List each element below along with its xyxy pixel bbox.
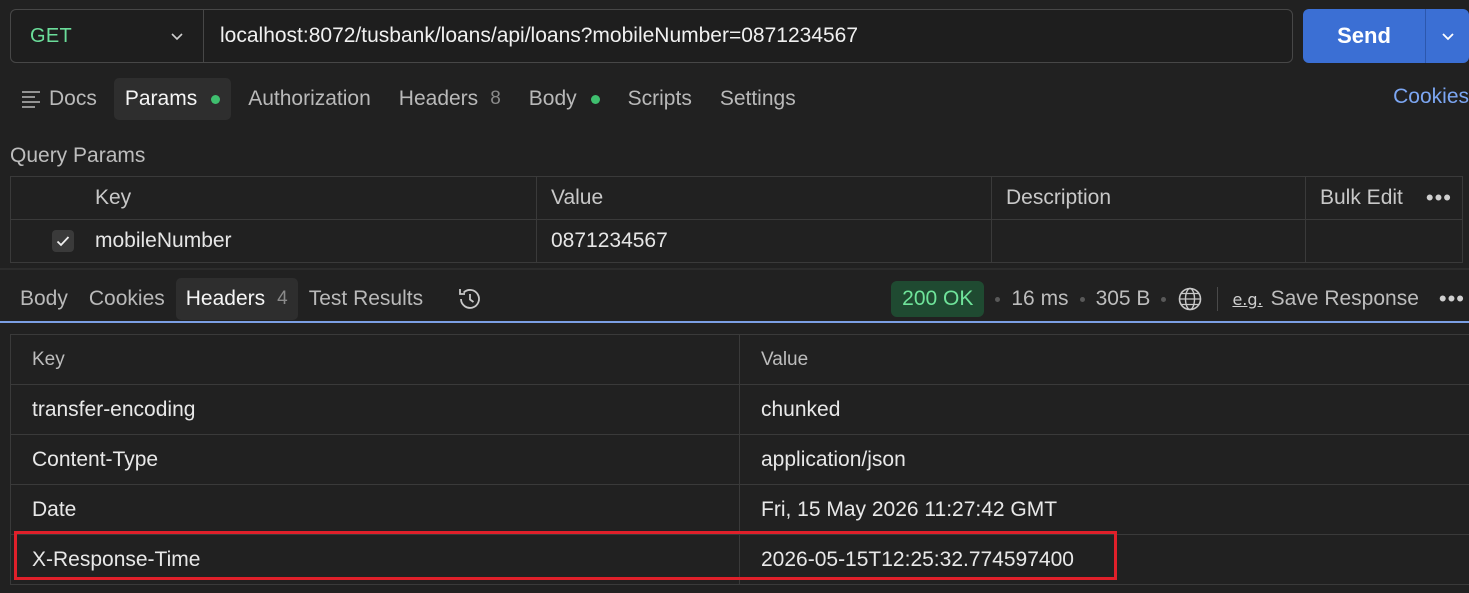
table-row: X-Response-Time 2026-05-15T12:25:32.7745… xyxy=(11,535,1469,585)
response-tab-body[interactable]: Body xyxy=(10,278,78,320)
column-header-value: Value xyxy=(761,348,809,370)
column-header-description: Description xyxy=(992,177,1306,219)
table-row: transfer-encoding chunked xyxy=(11,385,1469,435)
send-button-group: Send xyxy=(1303,9,1469,63)
header-key: X-Response-Time xyxy=(11,535,740,584)
bulk-edit-area: Bulk Edit ••• xyxy=(1306,177,1462,219)
method-select[interactable]: GET xyxy=(11,10,204,62)
header-value: 2026-05-15T12:25:32.774597400 xyxy=(761,547,1074,571)
tab-scripts[interactable]: Scripts xyxy=(617,78,703,120)
checkbox-column-header xyxy=(11,177,95,219)
tab-headers[interactable]: Headers 8 xyxy=(388,78,512,120)
request-url-bar: GET localhost:8072/tusbank/loans/api/loa… xyxy=(10,9,1293,63)
tab-label: Test Results xyxy=(308,287,424,310)
separator-dot xyxy=(1079,296,1085,302)
docs-icon xyxy=(22,91,40,108)
globe-icon[interactable] xyxy=(1177,286,1203,312)
history-icon[interactable] xyxy=(456,285,484,313)
response-headers-table: Key Value transfer-encoding chunked Cont… xyxy=(10,334,1469,585)
send-button[interactable]: Send xyxy=(1303,9,1425,63)
response-tab-test-results[interactable]: Test Results xyxy=(299,278,433,320)
method-label: GET xyxy=(30,24,73,47)
table-header-row: Key Value Description Bulk Edit ••• xyxy=(11,177,1462,220)
chevron-down-icon xyxy=(171,33,183,41)
table-row: Content-Type application/json xyxy=(11,435,1469,485)
more-options-icon[interactable]: ••• xyxy=(1426,185,1452,211)
check-icon xyxy=(56,236,70,247)
response-tab-cookies[interactable]: Cookies xyxy=(79,278,175,320)
query-params-table: Key Value Description Bulk Edit ••• mobi… xyxy=(10,176,1463,263)
header-value: Fri, 15 May 2026 11:27:42 GMT xyxy=(761,497,1058,521)
header-key: Content-Type xyxy=(11,435,740,484)
request-tabs: Docs Params Authorization Headers 8 Body… xyxy=(10,78,813,120)
tab-label: Scripts xyxy=(627,87,692,110)
url-input[interactable]: localhost:8072/tusbank/loans/api/loans?m… xyxy=(204,24,858,48)
header-value: application/json xyxy=(761,447,906,471)
active-panel-indicator xyxy=(0,321,1469,323)
tab-label: Params xyxy=(124,87,198,110)
status-badge[interactable]: 200 OK xyxy=(891,281,985,317)
header-key: Date xyxy=(11,485,740,534)
toolbar-divider xyxy=(1217,287,1219,311)
modified-dot xyxy=(211,94,221,104)
column-header-value: Value xyxy=(537,177,992,219)
tab-label: Headers xyxy=(185,287,266,310)
save-response-button[interactable]: Save Response xyxy=(1271,287,1419,311)
chevron-down-icon xyxy=(1441,33,1454,41)
response-tabs: Body Cookies Headers 4 Test Results xyxy=(10,278,484,320)
param-enabled-checkbox[interactable] xyxy=(52,230,74,252)
tab-label: Settings xyxy=(719,87,796,110)
table-row: mobileNumber 0871234567 xyxy=(11,220,1462,263)
response-meta: 200 OK 16 ms 305 B e.g. Save Response ••… xyxy=(891,281,1469,317)
tab-params[interactable]: Params xyxy=(113,78,232,120)
modified-dot xyxy=(590,94,600,104)
response-time[interactable]: 16 ms xyxy=(1011,287,1068,311)
table-row: Date Fri, 15 May 2026 11:27:42 GMT xyxy=(11,485,1469,535)
bulk-edit-button[interactable]: Bulk Edit xyxy=(1320,186,1403,210)
tab-label: Cookies xyxy=(88,287,165,310)
tab-label: Docs xyxy=(49,87,97,110)
param-value-input[interactable]: 0871234567 xyxy=(537,220,992,262)
tab-label: Headers xyxy=(398,87,479,110)
tab-settings[interactable]: Settings xyxy=(709,78,807,120)
response-tab-headers[interactable]: Headers 4 xyxy=(175,278,298,320)
param-description-input[interactable] xyxy=(992,220,1306,262)
response-size[interactable]: 305 B xyxy=(1096,287,1151,311)
separator-dot xyxy=(1161,296,1167,302)
query-params-title: Query Params xyxy=(10,144,146,167)
column-header-key: Key xyxy=(11,335,740,384)
param-enabled-cell xyxy=(11,220,95,262)
tab-authorization[interactable]: Authorization xyxy=(237,78,382,120)
header-value: chunked xyxy=(761,397,841,421)
tab-body[interactable]: Body xyxy=(518,78,611,120)
table-header-row: Key Value xyxy=(11,335,1469,385)
tab-label: Authorization xyxy=(248,87,371,110)
tab-count: 8 xyxy=(490,88,501,109)
tab-docs[interactable]: Docs xyxy=(10,78,108,120)
example-icon: e.g. xyxy=(1232,289,1263,309)
tab-label: Body xyxy=(528,87,577,110)
send-options-button[interactable] xyxy=(1425,9,1469,63)
param-row-actions xyxy=(1306,220,1462,262)
cookies-link[interactable]: Cookies xyxy=(1393,85,1469,109)
param-key-input[interactable]: mobileNumber xyxy=(95,220,537,262)
column-header-key: Key xyxy=(95,177,537,219)
more-options-icon[interactable]: ••• xyxy=(1439,286,1465,312)
header-key: transfer-encoding xyxy=(11,385,740,434)
tab-label: Body xyxy=(20,287,68,310)
tab-count: 4 xyxy=(277,288,288,309)
separator-dot xyxy=(995,296,1001,302)
